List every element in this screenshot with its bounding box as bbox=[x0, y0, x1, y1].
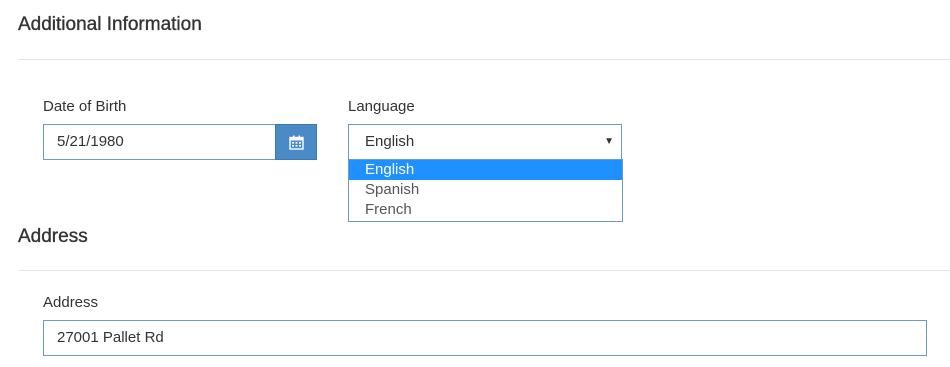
calendar-button[interactable] bbox=[275, 124, 317, 160]
address-label: Address bbox=[43, 294, 99, 311]
section-title-additional-information: Additional Information bbox=[18, 14, 202, 35]
dob-label: Date of Birth bbox=[43, 98, 127, 115]
language-option-spanish[interactable]: Spanish bbox=[349, 180, 622, 200]
section-divider bbox=[18, 270, 950, 271]
language-select[interactable]: English ▼ bbox=[348, 124, 622, 160]
language-dropdown-list: English Spanish French bbox=[348, 159, 623, 222]
section-divider bbox=[18, 59, 950, 60]
language-option-french[interactable]: French bbox=[349, 200, 622, 220]
calendar-icon bbox=[288, 135, 304, 150]
language-label: Language bbox=[348, 98, 415, 115]
dob-input[interactable]: 5/21/1980 bbox=[43, 124, 276, 160]
language-select-value: English bbox=[365, 133, 415, 150]
address-input[interactable]: 27001 Pallet Rd bbox=[43, 320, 927, 356]
section-title-address: Address bbox=[18, 226, 88, 247]
language-option-english[interactable]: English bbox=[349, 160, 622, 180]
caret-down-icon: ▼ bbox=[604, 136, 614, 147]
form-page: Additional Information Date of Birth 5/2… bbox=[0, 0, 950, 367]
